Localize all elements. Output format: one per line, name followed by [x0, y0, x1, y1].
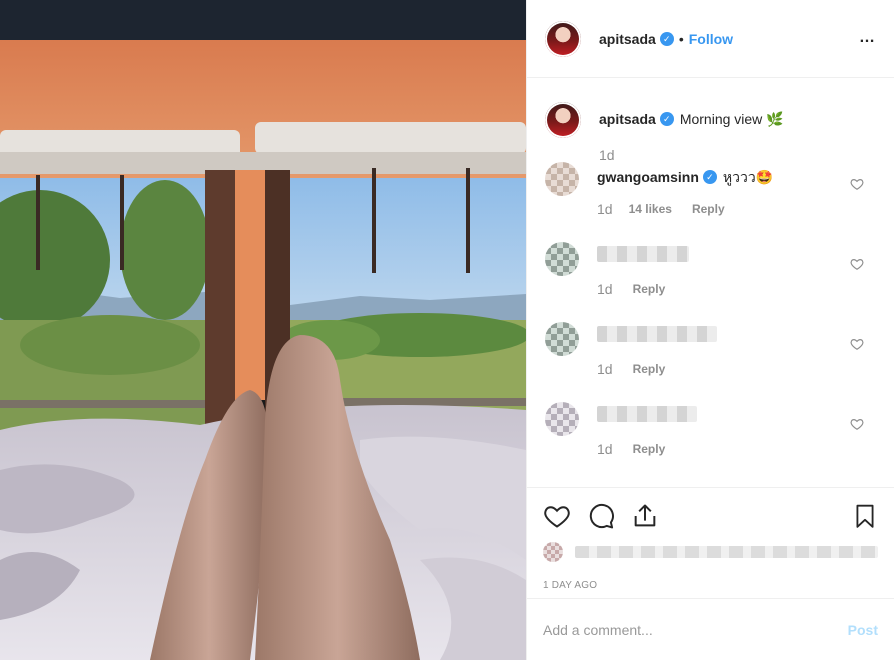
reply-button[interactable]: Reply: [692, 200, 725, 218]
avatar[interactable]: [545, 242, 579, 276]
list-item: 1d Reply: [545, 322, 876, 378]
avatar[interactable]: [545, 162, 579, 196]
comment-username[interactable]: gwangoamsinn: [597, 168, 699, 186]
blurred-likes: [575, 546, 878, 558]
comment-input[interactable]: [543, 621, 848, 638]
list-item: gwangoamsinn ✓ หูววว🤩 1d 14 likes Reply: [545, 162, 876, 218]
blurred-comment: [597, 246, 689, 262]
avatar[interactable]: [543, 542, 563, 562]
heart-icon[interactable]: [543, 502, 571, 530]
post-photo[interactable]: [0, 0, 526, 660]
verified-icon: ✓: [659, 112, 674, 126]
header-user: apitsada ✓ • Follow: [599, 31, 733, 47]
heart-icon[interactable]: [850, 417, 864, 431]
blurred-comment: [597, 406, 697, 422]
avatar[interactable]: [545, 102, 581, 138]
comment-text: หูววว🤩: [722, 169, 774, 185]
avatar[interactable]: [545, 322, 579, 356]
header-username[interactable]: apitsada: [599, 31, 656, 47]
action-icons: [543, 502, 878, 530]
comments-list[interactable]: apitsada ✓ Morning view 🌿 1d gwangoamsin…: [527, 78, 894, 488]
follow-button[interactable]: Follow: [689, 31, 733, 47]
heart-icon[interactable]: [850, 257, 864, 271]
caption: apitsada ✓ Morning view 🌿 1d: [545, 102, 876, 164]
comment-likes[interactable]: 14 likes: [629, 200, 672, 218]
heart-icon[interactable]: [850, 337, 864, 351]
list-item: 1d Reply: [545, 242, 876, 298]
verified-icon: ✓: [702, 170, 717, 184]
comment-time[interactable]: 1d: [597, 200, 613, 218]
share-icon[interactable]: [631, 502, 659, 530]
caption-text: Morning view 🌿: [679, 111, 784, 127]
post-header: apitsada ✓ • Follow …: [527, 0, 894, 78]
more-options-icon[interactable]: …: [859, 29, 876, 47]
instagram-post: apitsada ✓ • Follow … apitsada ✓ Morning…: [0, 0, 894, 660]
comment-time[interactable]: 1d: [597, 280, 613, 298]
comment-time[interactable]: 1d: [597, 360, 613, 378]
post-side-panel: apitsada ✓ • Follow … apitsada ✓ Morning…: [526, 0, 894, 660]
post-actions: 1 DAY AGO: [527, 488, 894, 591]
caption-username[interactable]: apitsada: [599, 110, 656, 128]
avatar[interactable]: [545, 402, 579, 436]
comment-time[interactable]: 1d: [597, 440, 613, 458]
avatar[interactable]: [545, 20, 581, 57]
reply-button[interactable]: Reply: [633, 360, 666, 378]
morning-view-image: [0, 0, 526, 660]
blurred-comment: [597, 326, 717, 342]
liked-by[interactable]: [543, 542, 878, 562]
reply-button[interactable]: Reply: [633, 440, 666, 458]
reply-button[interactable]: Reply: [633, 280, 666, 298]
comment-icon[interactable]: [587, 502, 615, 530]
post-date[interactable]: 1 DAY AGO: [543, 580, 878, 591]
bookmark-icon[interactable]: [852, 502, 878, 530]
separator-dot: •: [678, 30, 684, 47]
post-button[interactable]: Post: [848, 622, 878, 638]
heart-icon[interactable]: [850, 177, 864, 191]
list-item: 1d Reply: [545, 402, 876, 458]
add-comment-bar: Post: [527, 598, 894, 660]
verified-icon: ✓: [659, 31, 674, 46]
